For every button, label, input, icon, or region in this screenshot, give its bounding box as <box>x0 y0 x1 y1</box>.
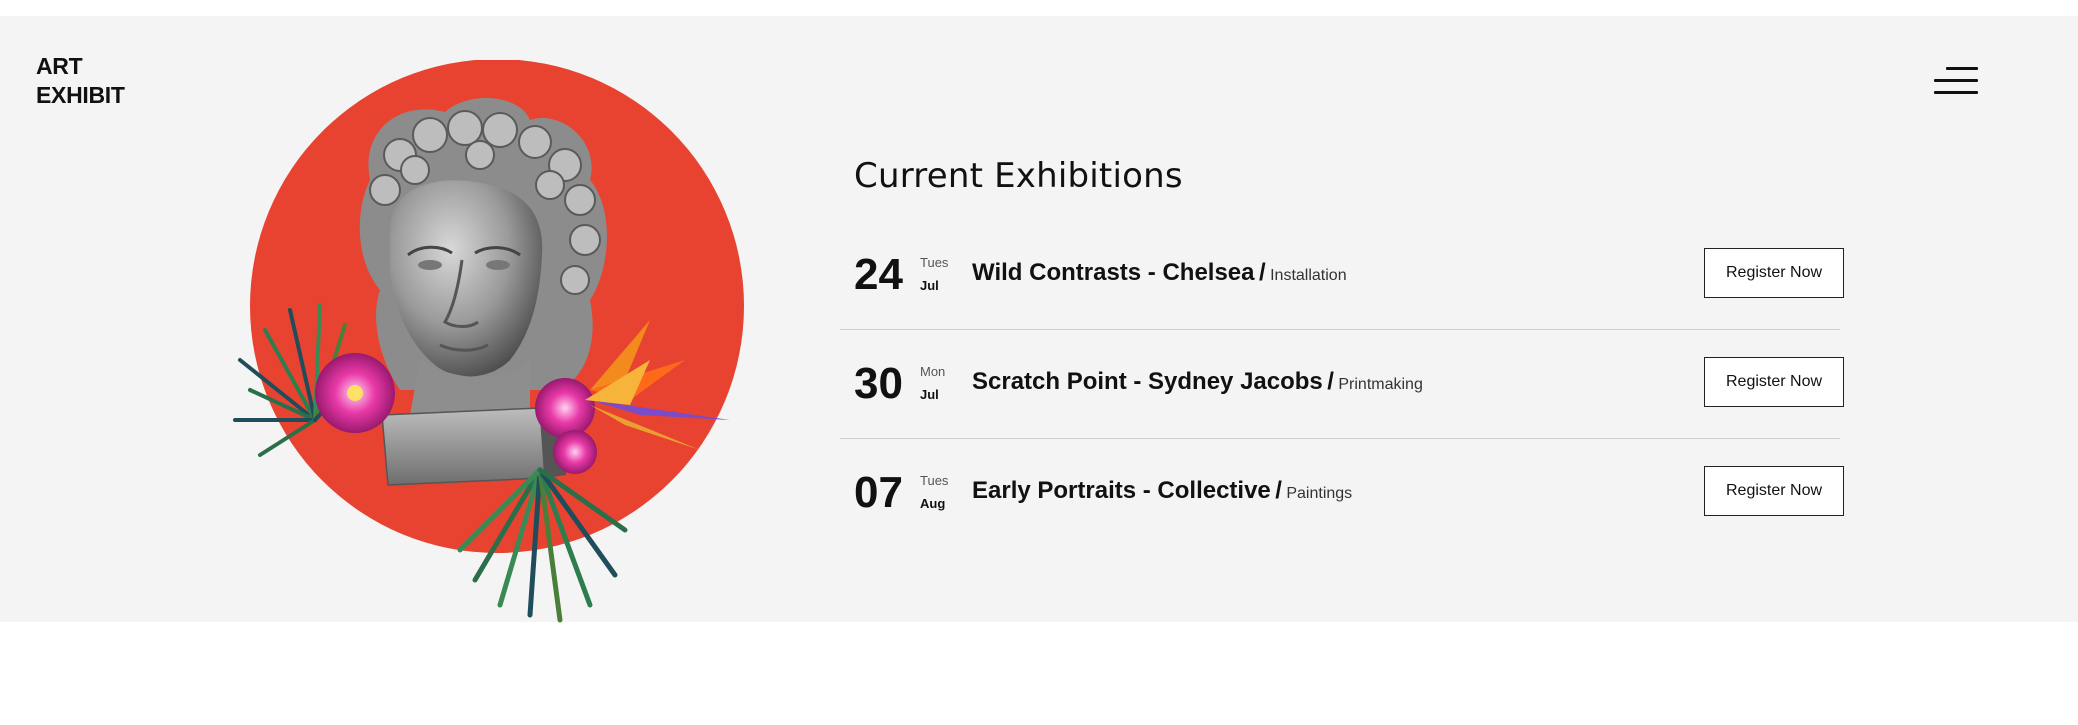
exhibition-day: 07 <box>854 468 903 517</box>
exhibition-title: Early Portraits - Collective / Paintings <box>972 477 1352 508</box>
hero-artwork <box>233 60 744 623</box>
section-title: Current Exhibitions <box>854 156 1183 196</box>
exhibition-row: 30 Mon Jul Scratch Point - Sydney Jacobs… <box>840 330 1844 439</box>
logo-line-1: ART <box>36 53 83 79</box>
exhibition-name: Wild Contrasts - Chelsea <box>972 259 1255 286</box>
menu-line <box>1934 91 1978 94</box>
hamburger-menu-icon[interactable] <box>1934 64 1978 100</box>
exhibition-category: Installation <box>1270 267 1347 284</box>
exhibition-title: Scratch Point - Sydney Jacobs / Printmak… <box>972 368 1423 399</box>
exhibition-name: Early Portraits - Collective <box>972 477 1271 504</box>
menu-line <box>1934 79 1978 82</box>
exhibition-month: Jul <box>920 278 939 293</box>
title-separator: / <box>1275 477 1282 504</box>
exhibition-category: Paintings <box>1286 485 1353 502</box>
site-logo[interactable]: ART EXHIBIT <box>36 52 125 110</box>
register-now-button[interactable]: Register Now <box>1704 466 1844 516</box>
exhibition-row: 24 Tues Jul Wild Contrasts - Chelsea / I… <box>840 221 1844 330</box>
exhibition-weekday: Tues <box>920 473 949 488</box>
exhibition-title: Wild Contrasts - Chelsea / Installation <box>972 259 1347 290</box>
register-now-button[interactable]: Register Now <box>1704 248 1844 298</box>
exhibition-weekday: Tues <box>920 255 949 270</box>
exhibition-month: Aug <box>920 496 946 511</box>
exhibition-month: Jul <box>920 387 939 402</box>
exhibition-row: 07 Tues Aug Early Portraits - Collective… <box>840 439 1844 547</box>
register-now-button[interactable]: Register Now <box>1704 357 1844 407</box>
exhibition-category: Printmaking <box>1338 376 1423 393</box>
pink-flower-left <box>315 353 395 433</box>
exhibition-day: 30 <box>854 359 903 408</box>
exhibition-name: Scratch Point - Sydney Jacobs <box>972 368 1323 395</box>
logo-line-2: EXHIBIT <box>36 82 125 108</box>
title-separator: / <box>1327 368 1334 395</box>
exhibition-day: 24 <box>854 250 903 299</box>
exhibition-weekday: Mon <box>920 364 946 379</box>
menu-line <box>1946 67 1978 70</box>
title-separator: / <box>1258 259 1266 286</box>
page: ART EXHIBIT Current Exhibitions 24 Tues … <box>0 0 2078 725</box>
